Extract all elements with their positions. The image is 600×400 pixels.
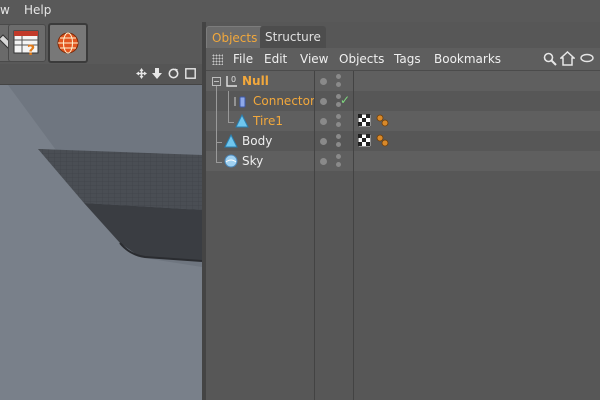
sky-object-icon <box>224 154 238 168</box>
tree-line <box>216 162 222 163</box>
menu-objects[interactable]: Objects <box>339 52 384 66</box>
material-tag-icon[interactable] <box>376 114 389 127</box>
menu-item-window[interactable]: w <box>0 3 10 17</box>
move-icon[interactable] <box>136 68 147 79</box>
polygon-object-icon <box>224 133 238 148</box>
render-visibility-dot[interactable] <box>336 142 341 147</box>
material-tag-icon[interactable] <box>376 134 389 147</box>
column-separator[interactable] <box>314 71 315 400</box>
menu-file[interactable]: File <box>233 52 253 66</box>
column-separator[interactable] <box>353 71 354 400</box>
texture-tag-icon[interactable] <box>358 134 371 147</box>
menu-item-help[interactable]: Help <box>24 3 51 17</box>
connector-object-icon <box>234 96 246 108</box>
viewport-3d[interactable] <box>0 85 202 400</box>
enabled-check-icon[interactable]: ✓ <box>340 93 350 107</box>
editor-visibility-dot[interactable] <box>336 74 341 79</box>
list-item[interactable]: Body <box>206 131 600 151</box>
tree-line <box>216 142 222 143</box>
main-toolbar: ? <box>0 22 200 64</box>
visibility-dot[interactable] <box>320 118 327 125</box>
editor-visibility-dot[interactable] <box>336 134 341 139</box>
editor-visibility-dot[interactable] <box>336 114 341 119</box>
viewport-header <box>0 64 202 85</box>
tab-objects[interactable]: Objects <box>206 26 264 49</box>
tree-line <box>216 86 217 162</box>
eye-icon[interactable] <box>580 53 594 63</box>
svg-text:0: 0 <box>231 75 236 84</box>
object-manager-tabs: Objects Structure <box>206 26 600 49</box>
globe-icon <box>57 32 79 54</box>
object-name[interactable]: Tire1 <box>253 114 283 128</box>
search-icon[interactable] <box>543 52 557 66</box>
render-visibility-dot[interactable] <box>336 122 341 127</box>
tab-structure[interactable]: Structure <box>260 26 326 48</box>
render-visibility-dot[interactable] <box>336 162 341 167</box>
down-arrow-icon[interactable] <box>152 68 162 79</box>
render-visibility-dot[interactable] <box>336 82 341 87</box>
render-view-button[interactable] <box>48 23 88 63</box>
menu-bookmarks[interactable]: Bookmarks <box>434 52 501 66</box>
grip-icon[interactable] <box>212 54 223 65</box>
tree-line <box>228 122 234 123</box>
object-manager: Objects Structure File Edit View Objects… <box>206 22 600 400</box>
list-item[interactable]: Tire1 <box>206 111 600 131</box>
render-settings-icon: ? <box>13 30 39 59</box>
object-manager-menu: File Edit View Objects Tags Bookmarks <box>206 48 600 71</box>
object-list: 0 Null Connector ✓ Tire1 Body Sky <box>206 71 600 171</box>
null-object-icon: 0 <box>226 75 237 87</box>
menu-edit[interactable]: Edit <box>264 52 287 66</box>
polygon-object-icon <box>235 113 249 128</box>
list-item[interactable]: Sky <box>206 151 600 171</box>
tree-line <box>228 91 229 122</box>
menu-view[interactable]: View <box>300 52 328 66</box>
svg-text:?: ? <box>27 43 35 59</box>
object-name[interactable]: Sky <box>242 154 263 168</box>
list-item[interactable]: 0 Null <box>206 71 600 91</box>
rotate-icon[interactable] <box>168 68 179 79</box>
collapse-icon[interactable] <box>212 77 221 86</box>
list-item[interactable]: Connector ✓ <box>206 91 600 111</box>
visibility-dot[interactable] <box>320 138 327 145</box>
object-name[interactable]: Body <box>242 134 272 148</box>
viewport-scene <box>0 85 202 400</box>
visibility-dot[interactable] <box>320 98 327 105</box>
object-name[interactable]: Connector <box>253 94 315 108</box>
texture-tag-icon[interactable] <box>358 114 371 127</box>
home-icon[interactable] <box>560 51 575 66</box>
object-name[interactable]: Null <box>242 74 269 88</box>
visibility-dot[interactable] <box>320 158 327 165</box>
visibility-dot[interactable] <box>320 78 327 85</box>
menu-bar: w Help <box>0 0 600 22</box>
render-settings-button[interactable]: ? <box>8 24 46 62</box>
maximize-icon[interactable] <box>185 68 196 79</box>
menu-tags[interactable]: Tags <box>394 52 421 66</box>
editor-visibility-dot[interactable] <box>336 154 341 159</box>
